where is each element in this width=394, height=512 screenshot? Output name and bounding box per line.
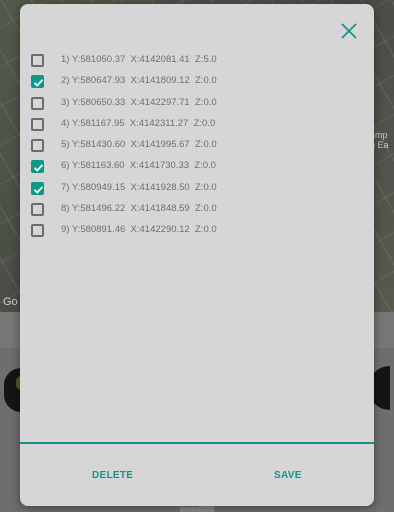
point-label: 2) Y:580647.93 X:4141809.12 Z:0.0 <box>61 75 217 87</box>
point-checkbox[interactable] <box>31 160 44 174</box>
list-item[interactable]: 1) Y:581050.37 X:4142081.41 Z:5.0 <box>20 50 374 71</box>
point-label: 1) Y:581050.37 X:4142081.41 Z:5.0 <box>61 54 217 65</box>
list-item[interactable]: 7) Y:580949.15 X:4141928.50 Z:0.0 <box>20 178 374 199</box>
list-item[interactable]: 2) Y:580647.93 X:4141809.12 Z:0.0 <box>20 71 374 92</box>
point-checkbox[interactable] <box>31 224 44 238</box>
point-checkbox[interactable] <box>31 54 44 67</box>
list-item[interactable]: 4) Y:581167.95 X:4142311.27 Z:0.0 <box>20 114 374 135</box>
point-label: 6) Y:581163.60 X:4141730.33 Z:0.0 <box>61 160 216 172</box>
point-label: 4) Y:581167.95 X:4142311.27 Z:0.0 <box>61 117 216 129</box>
point-checkbox[interactable] <box>31 117 44 131</box>
list-item[interactable]: 6) Y:581163.60 X:4141730.33 Z:0.0 <box>20 156 374 177</box>
save-button[interactable]: SAVE <box>274 470 302 481</box>
point-checkbox[interactable] <box>31 181 44 195</box>
map-attribution: Go <box>3 296 18 308</box>
points-dialog: 1) Y:581050.37 X:4142081.41 Z:5.0 2) Y:58… <box>20 4 374 506</box>
point-label: 8) Y:581496.22 X:4141848.59 Z:0.0 <box>61 203 217 215</box>
point-label: 9) Y:580891.46 X:4142290.12 Z:0.0 <box>61 224 217 236</box>
point-list: 1) Y:581050.37 X:4142081.41 Z:5.0 2) Y:58… <box>20 50 374 242</box>
point-label: 5) Y:581430.60 X:4141995.67 Z:0.0 <box>61 139 217 151</box>
point-label: 3) Y:580650.33 X:4142297.71 Z:0.0 <box>61 96 217 108</box>
checkmark-icon <box>33 185 44 194</box>
divider <box>20 442 374 444</box>
close-button[interactable] <box>338 20 360 42</box>
list-item[interactable]: 5) Y:581430.60 X:4141995.67 Z:0.0 <box>20 135 374 156</box>
close-icon <box>341 23 357 39</box>
list-item[interactable]: 8) Y:581496.22 X:4141848.59 Z:0.0 <box>20 199 374 220</box>
point-checkbox[interactable] <box>31 139 44 153</box>
point-checkbox[interactable] <box>31 75 44 89</box>
delete-button[interactable]: DELETE <box>92 470 133 481</box>
point-checkbox[interactable] <box>31 96 44 110</box>
point-label: 7) Y:580949.15 X:4141928.50 Z:0.0 <box>61 181 217 193</box>
list-item[interactable]: 9) Y:580891.46 X:4142290.12 Z:0.0 <box>20 220 374 241</box>
checkmark-icon <box>33 164 44 173</box>
point-checkbox[interactable] <box>31 203 44 217</box>
checkmark-icon <box>33 79 44 88</box>
list-item[interactable]: 3) Y:580650.33 X:4142297.71 Z:0.0 <box>20 93 374 114</box>
